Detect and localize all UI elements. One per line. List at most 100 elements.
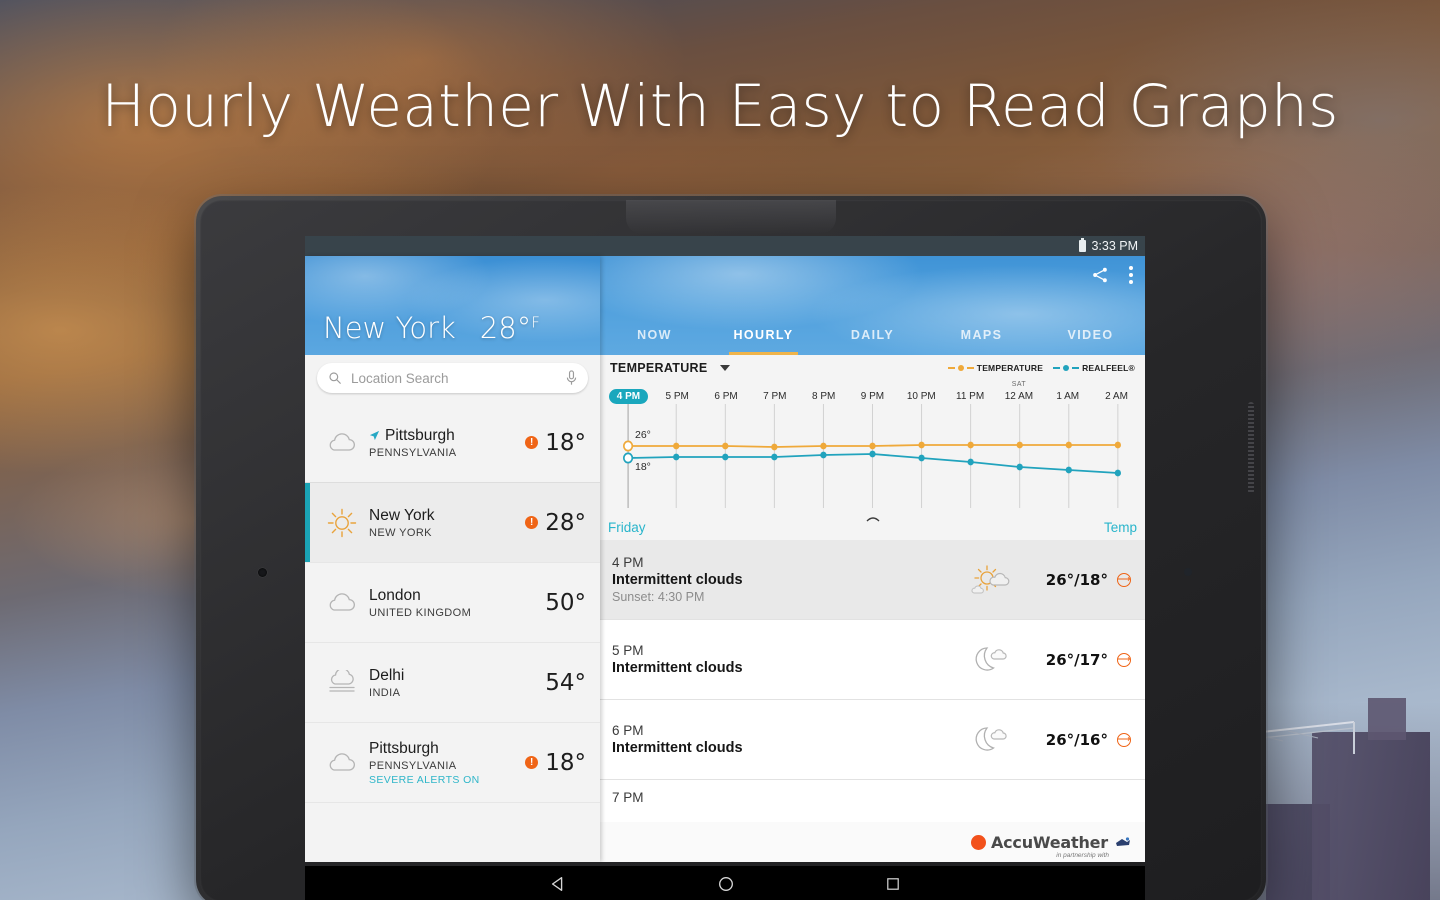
- accuweather-sun-icon: [970, 834, 986, 850]
- row-text: 7 PM: [612, 790, 1131, 805]
- front-camera-icon: [258, 568, 267, 577]
- location-arrow-icon: [369, 430, 380, 441]
- sun-behind-cloud-icon: [936, 563, 1046, 597]
- axis-tick-4[interactable]: 8 PM: [799, 381, 848, 404]
- cloudy-icon: [315, 751, 369, 775]
- list-item[interactable]: Pittsburgh PENNSYLVANIA SEVERE ALERTS ON…: [305, 723, 600, 803]
- list-item[interactable]: Pittsburgh PENNSYLVANIA ! 18°: [305, 403, 600, 483]
- header-actions: [1091, 264, 1135, 286]
- forecast-panel: NOW HOURLY DAILY MAPS VIDEO TEMPERATURE: [600, 256, 1145, 862]
- axis-tick-0[interactable]: 4 PM: [604, 381, 653, 404]
- battery-icon: [1079, 238, 1087, 252]
- table-row[interactable]: 6 PM Intermittent clouds 26°/16° ⟶: [600, 700, 1145, 780]
- table-row[interactable]: 7 PM: [600, 780, 1145, 822]
- recents-square-icon[interactable]: [885, 876, 901, 892]
- row-condition: Intermittent clouds: [612, 660, 743, 676]
- tab-now[interactable]: NOW: [600, 315, 709, 355]
- row-time: 6 PM: [612, 723, 644, 738]
- chart-svg: [622, 404, 1122, 508]
- chart-day-label[interactable]: Friday: [608, 520, 646, 535]
- legend-dot-realfeel: [1063, 365, 1070, 371]
- axis-hour-1: 5 PM: [665, 391, 689, 402]
- table-row[interactable]: 5 PM Intermittent clouds 26°/17° ⟶: [600, 620, 1145, 700]
- arrow-right-circle-icon[interactable]: ⟶: [1117, 652, 1131, 667]
- axis-day-1: [653, 381, 702, 389]
- alert-badge-icon: !: [525, 436, 539, 449]
- share-icon[interactable]: [1091, 266, 1109, 284]
- severe-alerts-label[interactable]: SEVERE ALERTS ON: [369, 774, 525, 786]
- series-realfeel-points: [673, 450, 1122, 477]
- axis-tick-1[interactable]: 5 PM: [653, 381, 702, 404]
- arrow-right-circle-icon[interactable]: ⟶: [1117, 572, 1131, 587]
- hourly-forecast-list: 4 PM Intermittent clouds Sunset: 4:30 PM: [600, 540, 1145, 822]
- axis-tick-8[interactable]: SAT 12 AM: [995, 381, 1044, 404]
- axis-day-6: [897, 381, 946, 389]
- list-item[interactable]: London UNITED KINGDOM 50°: [305, 563, 600, 643]
- temperature-chart: TEMPERATURE TEMPERATURE REALFEEL® 4 PM 5…: [600, 355, 1145, 540]
- tab-video[interactable]: VIDEO: [1036, 315, 1145, 355]
- axis-day-7: [946, 381, 995, 389]
- city-region: PENNSYLVANIA: [369, 759, 457, 772]
- current-location-header: New York 28°F: [323, 311, 540, 345]
- overflow-menu-icon[interactable]: [1123, 264, 1135, 286]
- series-realfeel-current-point: [622, 452, 634, 464]
- row-condition: Intermittent clouds: [612, 740, 743, 756]
- microphone-icon[interactable]: [566, 370, 577, 386]
- tab-maps[interactable]: MAPS: [927, 315, 1036, 355]
- axis-tick-10[interactable]: 2 AM: [1092, 381, 1141, 404]
- forecast-hero-header: NOW HOURLY DAILY MAPS VIDEO: [600, 256, 1145, 355]
- tab-daily[interactable]: DAILY: [818, 315, 927, 355]
- search-input[interactable]: Location Search: [317, 363, 588, 393]
- tab-hourly[interactable]: HOURLY: [709, 315, 818, 355]
- axis-hour-9: 1 AM: [1056, 391, 1080, 402]
- android-status-bar: 3:33 PM: [305, 236, 1145, 256]
- city-temp: 28°: [545, 509, 586, 536]
- speaker-grille: [1248, 402, 1254, 494]
- arrow-right-circle-icon[interactable]: ⟶: [1117, 732, 1131, 747]
- legend-line-realfeel: [1053, 367, 1061, 369]
- axis-tick-3[interactable]: 7 PM: [750, 381, 799, 404]
- axis-day-4: [799, 381, 848, 389]
- axis-hour-2: 6 PM: [714, 391, 738, 402]
- list-item[interactable]: New York NEW YORK ! 28°: [305, 483, 600, 563]
- list-item[interactable]: Delhi INDIA 54°: [305, 643, 600, 723]
- row-text: 6 PM Intermittent clouds: [612, 723, 936, 756]
- axis-tick-7[interactable]: 11 PM: [946, 381, 995, 404]
- city-region: NEW YORK: [369, 526, 432, 539]
- metric-dropdown[interactable]: TEMPERATURE: [610, 361, 730, 375]
- current-city-temp: 28°F: [480, 311, 540, 345]
- axis-hour-4: 8 PM: [811, 391, 836, 402]
- city-temp-group: 54°: [545, 670, 586, 696]
- axis-tick-5[interactable]: 9 PM: [848, 381, 897, 404]
- home-circle-icon[interactable]: [717, 875, 735, 893]
- city-name-label: New York: [369, 506, 435, 524]
- row-time: 5 PM: [612, 643, 644, 658]
- city-list: Pittsburgh PENNSYLVANIA ! 18° New York N…: [305, 403, 600, 862]
- series-temperature-current-point: [622, 440, 634, 452]
- partner-badge-icon: [1116, 836, 1130, 846]
- accuweather-logo[interactable]: AccuWeather: [970, 832, 1108, 852]
- axis-hour-8: 12 AM: [1004, 391, 1034, 402]
- legend-item-temperature: TEMPERATURE: [947, 363, 1044, 373]
- city-name: Delhi: [369, 667, 545, 685]
- axis-day-10: [1092, 381, 1141, 389]
- metric-label: TEMPERATURE: [610, 361, 708, 375]
- axis-tick-9[interactable]: 1 AM: [1043, 381, 1092, 404]
- row-temps-group: 26°/17° ⟶: [1046, 651, 1131, 669]
- table-row[interactable]: 4 PM Intermittent clouds Sunset: 4:30 PM: [600, 540, 1145, 620]
- tablet-top-highlight: [626, 200, 836, 234]
- annotation-temperature-value: 26°: [635, 429, 651, 441]
- row-sunset: Sunset: 4:30 PM: [612, 590, 705, 604]
- chart-metric-link[interactable]: Temp: [1104, 520, 1137, 535]
- axis-tick-6[interactable]: 10 PM: [897, 381, 946, 404]
- list-item-text: Pittsburgh PENNSYLVANIA SEVERE ALERTS ON: [369, 740, 525, 786]
- accuweather-brand: AccuWeather: [990, 832, 1108, 852]
- back-triangle-icon[interactable]: [549, 875, 567, 893]
- legend-label-temperature: TEMPERATURE: [976, 363, 1044, 373]
- axis-tick-2[interactable]: 6 PM: [702, 381, 751, 404]
- chart-plot-area[interactable]: 26° 18°: [604, 404, 1141, 522]
- legend-line-temperature: [947, 367, 955, 369]
- row-condition: Intermittent clouds: [612, 572, 743, 588]
- list-item-text: New York NEW YORK: [369, 507, 525, 539]
- alert-badge-icon: !: [525, 756, 539, 769]
